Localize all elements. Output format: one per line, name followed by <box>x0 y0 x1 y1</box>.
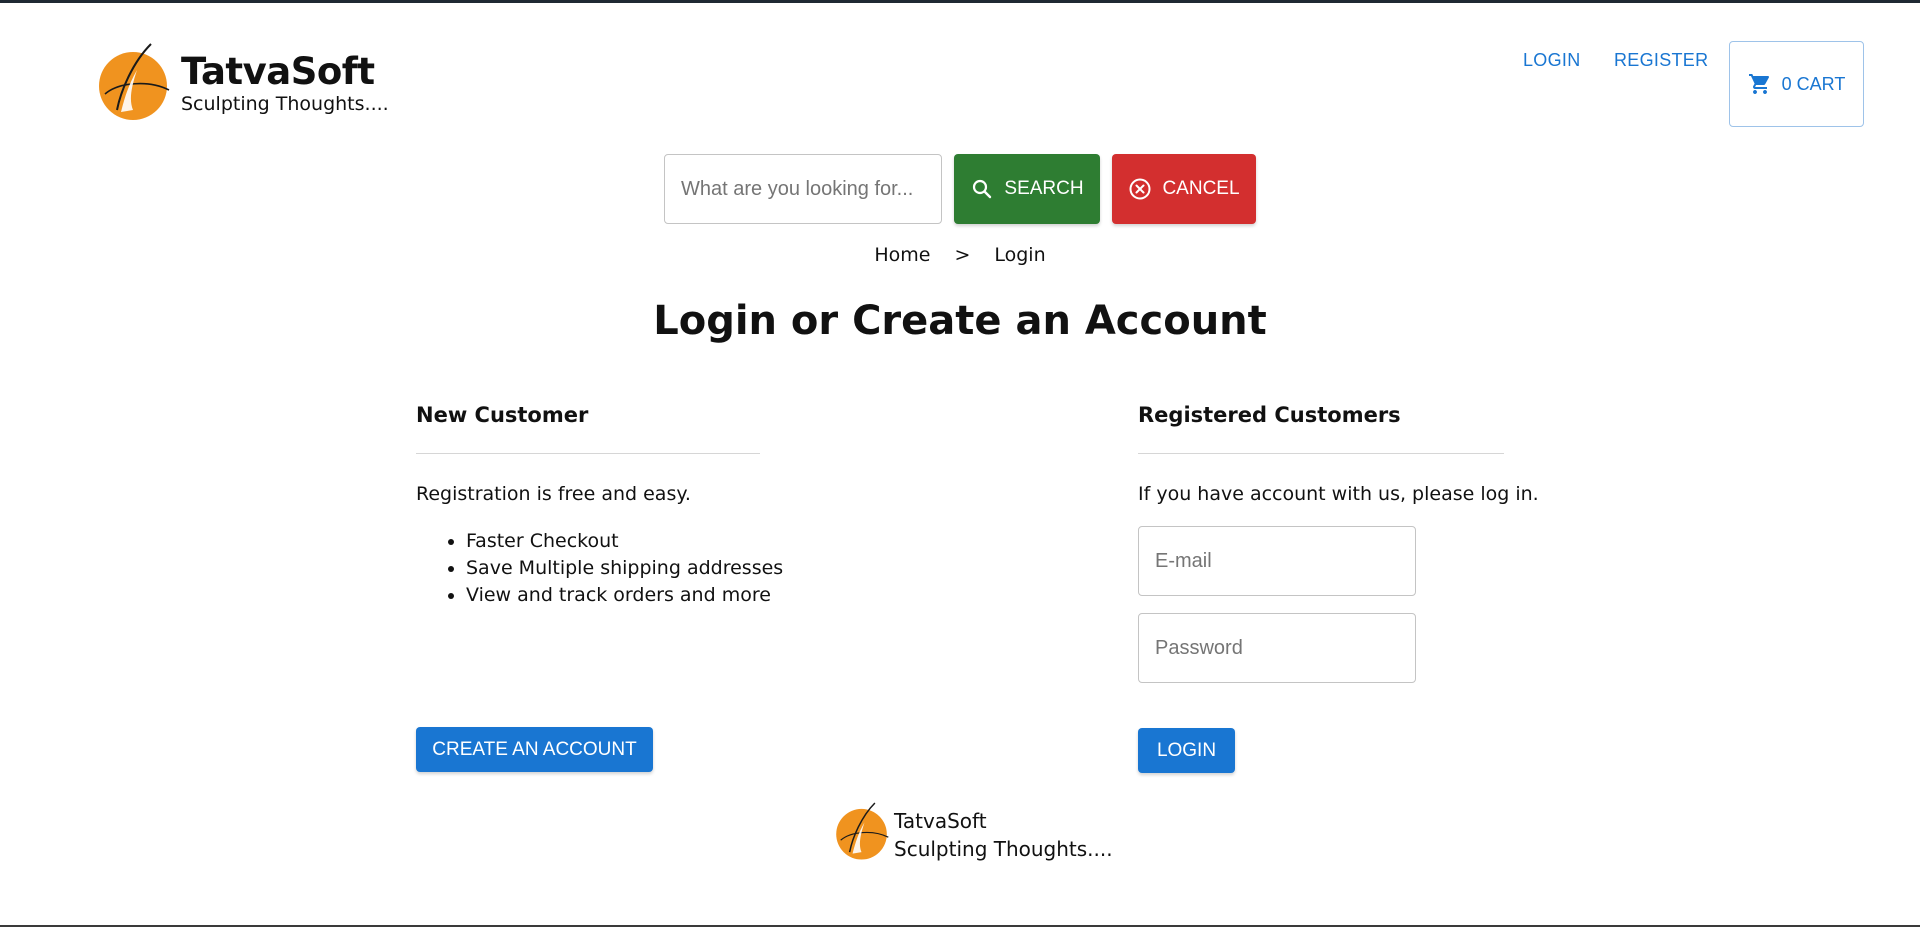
breadcrumb-separator: > <box>954 244 971 266</box>
footer-brand-name: TatvaSoft <box>894 809 987 833</box>
breadcrumb: Home > Login <box>0 244 1920 266</box>
search-button-label: SEARCH <box>1004 178 1084 199</box>
shopping-cart-icon <box>1748 74 1769 94</box>
password-field[interactable] <box>1138 613 1416 683</box>
benefit-item: Save Multiple shipping addresses <box>466 555 783 582</box>
footer-logo: TatvaSoft Sculpting Thoughts.... <box>836 800 1113 864</box>
tatvasoft-logo-icon <box>836 802 889 860</box>
header-logo[interactable]: TatvaSoft Sculpting Thoughts.... <box>99 40 389 126</box>
nav-register-link[interactable]: REGISTER <box>1614 50 1708 71</box>
registered-customers-divider <box>1138 453 1504 454</box>
cart-label: 0 CART <box>1781 73 1846 94</box>
login-button[interactable]: LOGIN <box>1138 728 1235 773</box>
cancel-circle-icon <box>1129 178 1151 200</box>
benefit-item: View and track orders and more <box>466 582 783 609</box>
registered-customers-title: Registered Customers <box>1138 403 1401 427</box>
create-account-button[interactable]: CREATE AN ACCOUNT <box>416 727 653 772</box>
search-icon <box>973 179 992 199</box>
breadcrumb-home-link[interactable]: Home <box>874 244 930 266</box>
benefit-item: Faster Checkout <box>466 528 783 555</box>
page-title: Login or Create an Account <box>653 298 1267 344</box>
nav-login-link[interactable]: LOGIN <box>1523 50 1581 71</box>
tatvasoft-logo-icon <box>99 43 170 120</box>
new-customer-title: New Customer <box>416 403 589 427</box>
brand-name: TatvaSoft <box>181 50 375 93</box>
breadcrumb-current: Login <box>994 244 1046 266</box>
registered-customers-intro: If you have account with us, please log … <box>1138 483 1539 505</box>
cart-button[interactable]: 0 CART <box>1729 41 1864 127</box>
footer-brand-tagline: Sculpting Thoughts.... <box>894 837 1113 861</box>
benefits-list: Faster Checkout Save Multiple shipping a… <box>466 528 783 609</box>
new-customer-intro: Registration is free and easy. <box>416 483 691 505</box>
search-button[interactable]: SEARCH <box>954 154 1100 224</box>
brand-tagline: Sculpting Thoughts.... <box>181 93 389 115</box>
email-field[interactable] <box>1138 526 1416 596</box>
new-customer-divider <box>416 453 760 454</box>
cancel-button[interactable]: CANCEL <box>1112 154 1256 224</box>
search-input[interactable] <box>664 154 942 224</box>
browser-top-strip <box>0 0 1920 3</box>
cancel-button-label: CANCEL <box>1162 178 1240 199</box>
